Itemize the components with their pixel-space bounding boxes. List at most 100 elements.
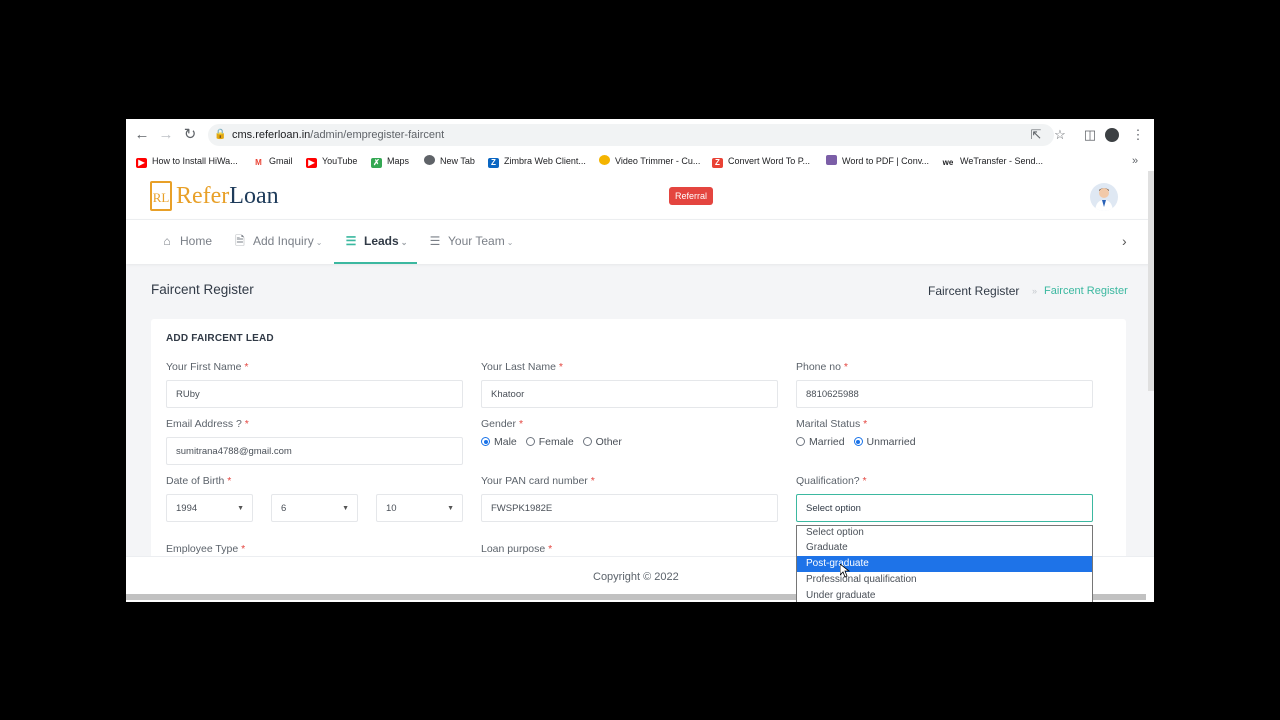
dob-label: Date of Birth * [166,475,232,487]
url-path: /admin/empregister-faircent [310,129,445,141]
layers-icon: ☰ [429,234,441,248]
gender-female-radio[interactable]: Female [525,436,574,448]
dob-day-select[interactable]: 10 ▼ [376,494,463,522]
more-bookmarks-icon[interactable]: » [1132,154,1138,168]
first-name-input[interactable]: RUby [166,380,463,408]
marital-status-radio-group: Married Unmarried [796,436,916,448]
user-avatar-icon [1095,188,1113,211]
bookmark-item[interactable]: ✗ Maps [371,154,409,168]
address-bar-row: ← → ↻ 🔒 cms.referloan.in/admin/empregist… [126,119,1154,151]
lock-icon: 🔒 [214,129,227,140]
bookmark-item[interactable]: Z Convert Word To P... [712,154,810,168]
main-menu: ⌂ Home 🗎 Add Inquiry ⌄ ☰ Leads ⌄ ☰ Your Team ⌄ … [126,220,1154,264]
bookmark-item[interactable]: Z Zimbra Web Client... [488,154,586,168]
bookmark-item[interactable]: ▶ How to Install HiWa... [136,154,238,168]
gender-male-radio[interactable]: Male [481,436,517,448]
bookmark-item[interactable]: Word to PDF | Conv... [826,154,929,168]
menu-item-home[interactable]: ⌂ Home [160,220,212,264]
chevron-down-icon: ⌄ [506,238,514,247]
zimbra-icon: Z [488,158,499,168]
chevron-down-icon: ⌄ [315,238,323,247]
video-trimmer-icon [599,155,610,165]
employee-type-label: Employee Type * [166,543,246,555]
bookmark-label: WeTransfer - Send... [960,156,1044,166]
user-avatar[interactable] [1090,183,1118,211]
site-header: RL ReferLoan Referral [126,171,1154,220]
caret-down-icon: ▼ [342,505,349,512]
bookmark-label: Gmail [269,156,293,166]
copyright-text: Copyright © 2022 [593,571,679,583]
bookmark-label: Word to PDF | Conv... [842,156,930,166]
back-arrow-icon[interactable]: ← [133,126,151,144]
bookmark-label: Convert Word To P... [728,156,811,166]
gmail-icon: M [253,158,264,168]
gender-radio-group: Male Female Other [481,436,622,448]
chevron-right-icon[interactable]: › [1122,233,1127,249]
logo-text: ReferLoan [176,183,279,210]
bookmark-item[interactable]: ▶ YouTube [306,154,357,168]
youtube-icon: ▶ [136,158,147,168]
menu-item-leads[interactable]: ☰ Leads ⌄ [334,220,418,264]
chevron-down-icon: ⌄ [400,238,408,247]
first-name-label: Your First Name * [166,361,249,373]
mouse-pointer-icon [840,564,850,578]
qualification-label: Qualification? * [796,475,867,487]
url-domain: cms.referloan.in [232,129,311,141]
dob-month-select[interactable]: 6 ▼ [271,494,358,522]
breadcrumb-parent[interactable]: Faircent Register [928,284,1019,298]
breadcrumb-separator-icon: » [1032,286,1038,296]
email-input[interactable]: sumitrana4788@gmail.com [166,437,463,465]
bookmark-label: Maps [387,156,410,166]
phone-input[interactable]: 8810625988 [796,380,1093,408]
menu-dots-icon[interactable]: ⋮ [1130,127,1146,143]
caret-down-icon: ▼ [237,505,244,512]
email-label: Email Address ? * [166,418,249,430]
loan-purpose-label: Loan purpose * [481,543,553,555]
youtube-icon: ▶ [306,158,317,168]
bookmark-item[interactable]: New Tab [424,154,475,168]
qualification-option[interactable]: Graduate [797,540,1092,556]
logo-text-loan: Loan [229,183,279,209]
file-icon: 🗎 [235,234,245,248]
profile-avatar-icon[interactable] [1105,128,1119,142]
star-icon[interactable]: ☆ [1052,127,1068,143]
form-section-title: ADD FAIRCENT LEAD [166,333,274,344]
menu-item-your-team[interactable]: ☰ Your Team ⌄ [428,220,514,264]
share-icon[interactable]: ⇱ [1028,127,1044,143]
reload-icon[interactable]: ↻ [181,126,199,144]
marital-married-radio[interactable]: Married [796,436,845,448]
convert-icon: Z [712,158,723,168]
forward-arrow-icon[interactable]: → [157,126,175,144]
side-panel-icon[interactable]: ◫ [1082,127,1098,143]
logo-text-refer: Refer [176,183,230,209]
bookmark-label: How to Install HiWa... [152,156,238,166]
globe-icon [424,155,435,165]
bookmark-item[interactable]: Video Trimmer - Cu... [599,154,700,168]
bookmark-label: New Tab [440,156,475,166]
marital-status-label: Marital Status * [796,418,868,430]
dob-year-select[interactable]: 1994 ▼ [166,494,253,522]
referral-badge[interactable]: Referral [669,187,714,205]
last-name-label: Your Last Name * [481,361,563,373]
bookmark-label: Zimbra Web Client... [504,156,586,166]
menu-item-label: Your Team [448,234,505,248]
browser-window: ← → ↻ 🔒 cms.referloan.in/admin/empregist… [126,119,1154,602]
qualification-select[interactable]: Select option [796,494,1093,522]
qualification-option[interactable]: Under graduate [797,588,1092,602]
bookmark-item[interactable]: M Gmail [253,154,293,168]
last-name-input[interactable]: Khatoor [481,380,778,408]
menu-item-label: Home [180,234,213,248]
marital-unmarried-radio[interactable]: Unmarried [853,436,916,448]
qualification-option[interactable]: Select option [797,526,1092,540]
home-icon: ⌂ [163,234,171,248]
url-field[interactable]: 🔒 cms.referloan.in/admin/empregister-fai… [208,124,1054,146]
menu-item-add-inquiry[interactable]: 🗎 Add Inquiry ⌄ [233,220,322,264]
bookmark-item[interactable]: we WeTransfer - Send... [941,154,1043,168]
breadcrumb-current: Faircent Register [1044,285,1128,297]
gender-other-radio[interactable]: Other [582,436,622,448]
page-title: Faircent Register [151,282,254,297]
vertical-scrollbar[interactable] [1148,171,1154,391]
layers-icon: ☰ [345,234,357,248]
bookmarks-bar: ▶ How to Install HiWa... M Gmail ▶ YouTube … [126,151,1154,171]
pan-input[interactable]: FWSPK1982E [481,494,778,522]
